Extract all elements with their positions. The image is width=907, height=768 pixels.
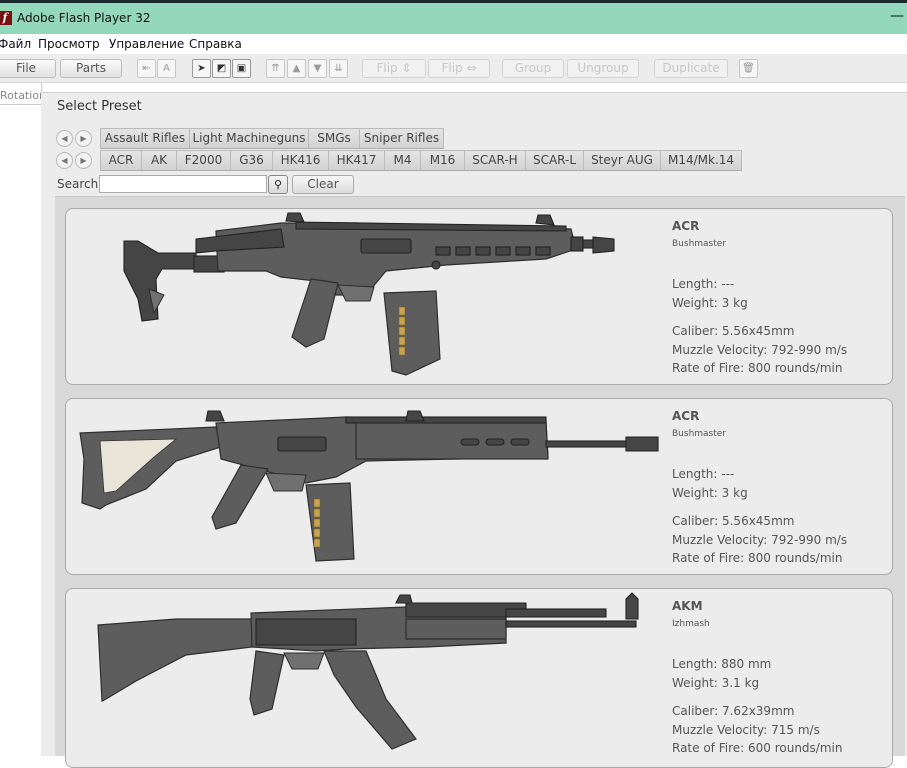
tab-g36[interactable]: G36 — [230, 150, 273, 171]
tab-assault-rifles[interactable]: Assault Rifles — [100, 128, 190, 149]
layer-icon[interactable]: ▣ — [232, 59, 251, 78]
pointer-icon[interactable]: ➤ — [192, 59, 211, 78]
duplicate-button[interactable]: Duplicate — [654, 59, 728, 78]
rifle-image — [123, 212, 615, 376]
model-next-icon[interactable]: ▶ — [75, 152, 92, 169]
tab-scar-l[interactable]: SCAR-L — [525, 150, 584, 171]
bring-front-icon[interactable]: ⇈ — [266, 59, 285, 78]
preset-muzzle-velocity: Muzzle Velocity: 792-990 m/s — [672, 343, 848, 357]
bring-forward-icon[interactable]: ▲ — [287, 59, 306, 78]
preset-rate-of-fire: Rate of Fire: 800 rounds/min — [672, 551, 843, 565]
model-prev-icon[interactable]: ◀ — [56, 152, 73, 169]
send-back-icon[interactable]: ⇊ — [329, 59, 348, 78]
preset-rate-of-fire: Rate of Fire: 600 rounds/min — [672, 741, 843, 755]
preset-length: Length: --- — [672, 467, 735, 481]
rifle-image — [97, 592, 639, 750]
title-bar: f Adobe Flash Player 32 — — [0, 3, 907, 34]
tab-sniper-rifles[interactable]: Sniper Rifles — [359, 128, 444, 149]
tab-hk416[interactable]: HK416 — [272, 150, 329, 171]
flash-app-icon: f — [0, 11, 12, 25]
preset-rate-of-fire: Rate of Fire: 800 rounds/min — [672, 361, 843, 375]
rotation-label: Rotation — [0, 89, 47, 102]
menu-bar: Файл Просмотр Управление Справка — [0, 34, 907, 54]
trash-icon[interactable]: 🗑 — [739, 59, 758, 78]
clear-button[interactable]: Clear — [292, 175, 354, 194]
preset-caliber: Caliber: 5.56x45mm — [672, 324, 795, 338]
tab-scar-h[interactable]: SCAR-H — [464, 150, 526, 171]
transform-icon[interactable]: ◩ — [212, 59, 231, 78]
preset-card[interactable]: ACR Bushmaster Length: --- Weight: 3 kg … — [65, 208, 893, 385]
text-align-icon[interactable]: A — [157, 59, 176, 78]
category-prev-icon[interactable]: ◀ — [56, 130, 73, 147]
dialog-title: Select Preset — [57, 99, 142, 114]
rifle-image — [79, 410, 659, 562]
file-button[interactable]: File — [0, 59, 56, 78]
flip-vertical-button[interactable]: Flip ⇕ — [362, 59, 426, 78]
properties-panel — [0, 83, 42, 755]
tab-m4[interactable]: M4 — [384, 150, 421, 171]
search-input[interactable] — [99, 175, 267, 193]
ungroup-button[interactable]: Ungroup — [567, 59, 639, 78]
tab-light-machineguns[interactable]: Light Machineguns — [189, 128, 309, 149]
tab-acr[interactable]: ACR — [100, 150, 142, 171]
preset-length: Length: --- — [672, 277, 735, 291]
tab-smgs[interactable]: SMGs — [308, 128, 360, 149]
preset-name: ACR — [672, 409, 700, 423]
group-button[interactable]: Group — [502, 59, 564, 78]
window-title: Adobe Flash Player 32 — [17, 11, 151, 25]
preset-card[interactable]: AKM Izhmash Length: 880 mm Weight: 3.1 k… — [65, 588, 893, 768]
preset-length: Length: 880 mm — [672, 657, 772, 671]
tab-hk417[interactable]: HK417 — [328, 150, 385, 171]
preset-name: AKM — [672, 599, 703, 613]
preset-muzzle-velocity: Muzzle Velocity: 715 m/s — [672, 723, 820, 737]
tab-f2000[interactable]: F2000 — [176, 150, 231, 171]
category-next-icon[interactable]: ▶ — [75, 130, 92, 147]
menu-help[interactable]: Справка — [189, 37, 242, 51]
tab-steyr-aug[interactable]: Steyr AUG — [583, 150, 661, 171]
preset-manufacturer: Bushmaster — [672, 239, 727, 249]
tab-m14-mk14[interactable]: M14/Mk.14 — [660, 150, 742, 171]
preset-muzzle-velocity: Muzzle Velocity: 792-990 m/s — [672, 533, 848, 547]
preset-weight: Weight: 3 kg — [672, 486, 748, 500]
send-backward-icon[interactable]: ▼ — [308, 59, 327, 78]
search-label: Search: — [57, 177, 103, 191]
preset-caliber: Caliber: 5.56x45mm — [672, 514, 795, 528]
preset-weight: Weight: 3.1 kg — [672, 676, 760, 690]
preset-card[interactable]: ACR Bushmaster Length: --- Weight: 3 kg … — [65, 398, 893, 575]
menu-file[interactable]: Файл — [0, 37, 31, 51]
preset-name: ACR — [672, 219, 700, 233]
parts-button[interactable]: Parts — [60, 59, 122, 78]
menu-control[interactable]: Управление — [109, 37, 184, 51]
tab-m16[interactable]: M16 — [420, 150, 465, 171]
preset-weight: Weight: 3 kg — [672, 296, 748, 310]
panel-divider — [0, 104, 41, 105]
menu-view[interactable]: Просмотр — [38, 37, 100, 51]
magnifier-icon[interactable]: ⚲ — [268, 175, 288, 194]
preset-manufacturer: Izhmash — [672, 619, 710, 629]
flip-horizontal-button[interactable]: Flip ⇔ — [428, 59, 490, 78]
align-icon[interactable]: ⇤ — [137, 59, 156, 78]
preset-caliber: Caliber: 7.62x39mm — [672, 704, 795, 718]
minimize-button[interactable]: — — [890, 8, 904, 24]
tab-ak[interactable]: AK — [141, 150, 177, 171]
toolbar: File Parts ⇤ A ➤ ◩ ▣ ⇈ ▲ ▼ ⇊ Flip ⇕ Flip… — [0, 54, 907, 83]
preset-manufacturer: Bushmaster — [672, 429, 727, 439]
